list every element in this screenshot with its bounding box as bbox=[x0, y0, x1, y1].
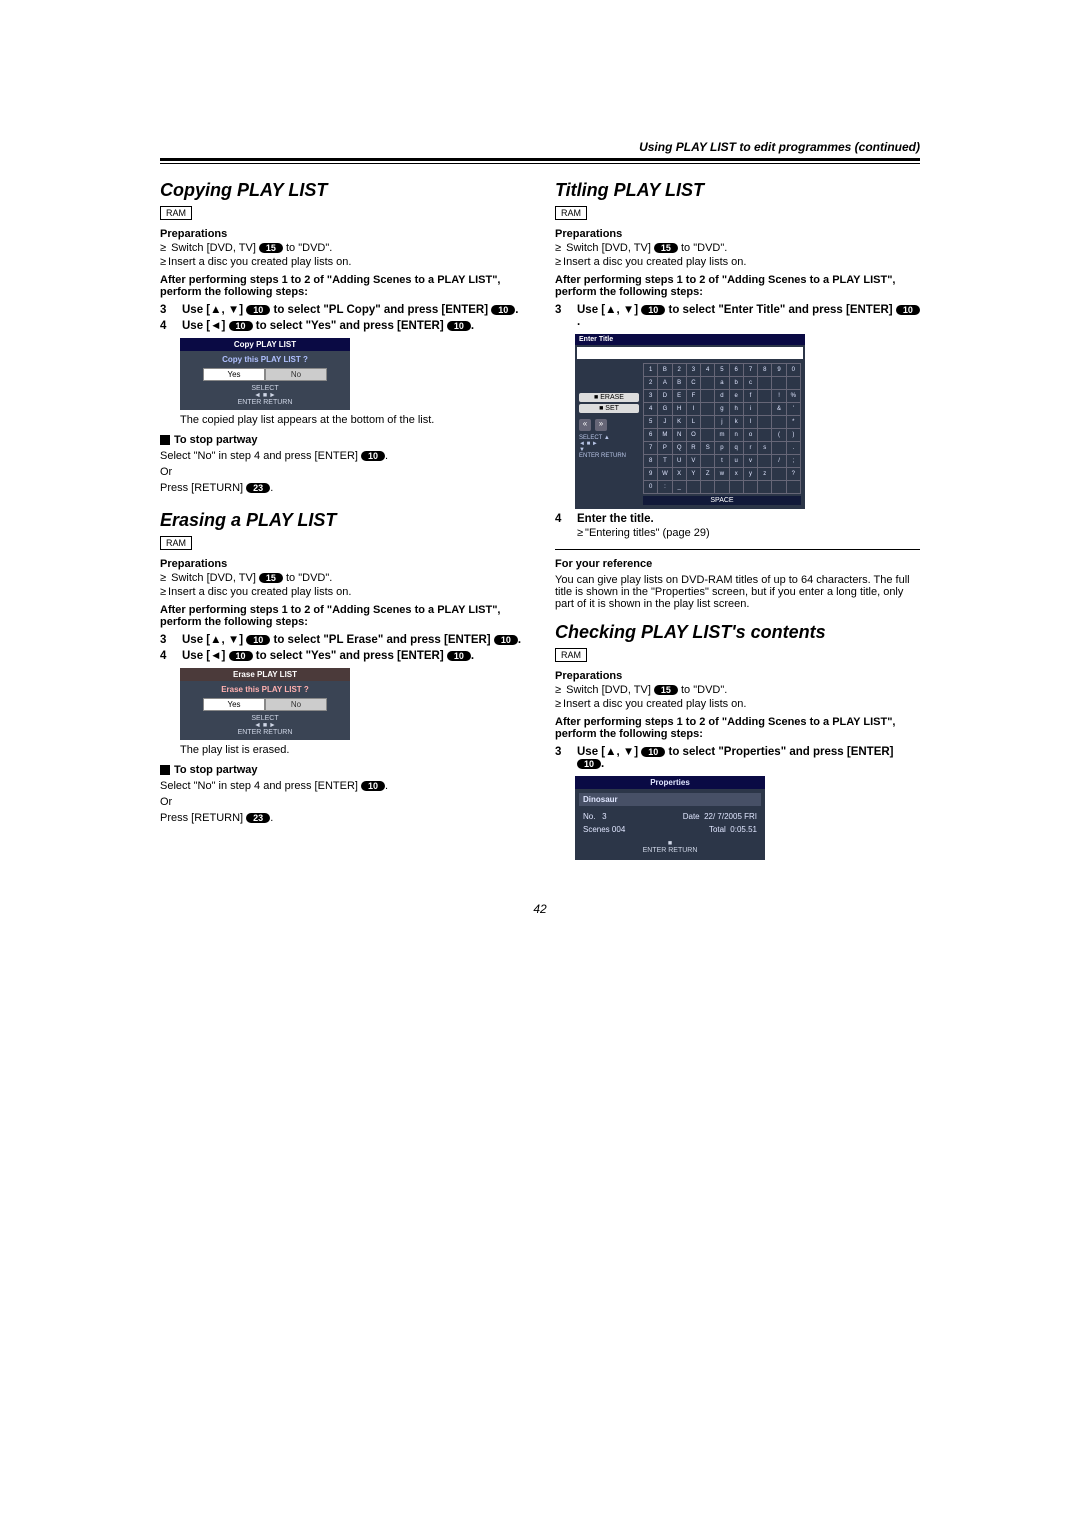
copy-dialog: Copy PLAY LIST Copy this PLAY LIST ? Yes… bbox=[180, 338, 350, 410]
titling-step-3: 3 Use [▲, ▼] 10 to select "Enter Title" … bbox=[555, 304, 920, 328]
erase-stop-heading: To stop partway bbox=[160, 764, 525, 776]
key-10: 10 bbox=[577, 759, 601, 769]
ram-badge-copying: RAM bbox=[160, 206, 192, 220]
key-10: 10 bbox=[447, 321, 471, 331]
properties-name: Dinosaur bbox=[579, 793, 761, 806]
prep-switch-erasing: Switch [DVD, TV] 15 to "DVD". bbox=[160, 572, 525, 584]
prep-switch-titling: Switch [DVD, TV] 15 to "DVD". bbox=[555, 242, 920, 254]
prep-insert-titling: Insert a disc you created play lists on. bbox=[555, 256, 920, 268]
erase-dialog-title: Erase PLAY LIST bbox=[180, 668, 350, 681]
copy-no-button[interactable]: No bbox=[265, 368, 327, 381]
key-10: 10 bbox=[229, 651, 253, 661]
key-10: 10 bbox=[494, 635, 518, 645]
header-rule-heavy bbox=[160, 158, 920, 161]
key-10: 10 bbox=[361, 451, 385, 461]
copy-stop-or: Or bbox=[160, 466, 525, 478]
copying-step-3: 3 Use [▲, ▼] 10 to select "PL Copy" and … bbox=[160, 304, 525, 316]
page-number: 42 bbox=[160, 902, 920, 916]
copying-step-4: 4 Use [◄] 10 to select "Yes" and press [… bbox=[160, 320, 525, 332]
page-right-icon[interactable]: » bbox=[595, 419, 607, 431]
key-23: 23 bbox=[246, 483, 270, 493]
ref-body: You can give play lists on DVD-RAM title… bbox=[555, 574, 920, 610]
erase-stop-line1: Select "No" in step 4 and press [ENTER] … bbox=[160, 780, 525, 792]
erase-result: The play list is erased. bbox=[180, 744, 525, 756]
erase-no-button[interactable]: No bbox=[265, 698, 327, 711]
ref-heading: For your reference bbox=[555, 558, 920, 570]
divider-titling bbox=[555, 549, 920, 550]
erasing-step-3: 3 Use [▲, ▼] 10 to select "PL Erase" and… bbox=[160, 634, 525, 646]
ram-badge-erasing: RAM bbox=[160, 536, 192, 550]
header-rule-thin bbox=[160, 163, 920, 164]
after-steps-erasing: After performing steps 1 to 2 of "Adding… bbox=[160, 604, 525, 628]
page-left-icon[interactable]: « bbox=[579, 419, 591, 431]
copy-dialog-question: Copy this PLAY LIST ? bbox=[184, 355, 346, 364]
erase-dialog-question: Erase this PLAY LIST ? bbox=[184, 685, 346, 694]
erase-dialog: Erase PLAY LIST Erase this PLAY LIST ? Y… bbox=[180, 668, 350, 740]
prep-switch-copying: Switch [DVD, TV] 15 to "DVD". bbox=[160, 242, 525, 254]
left-column: Copying PLAY LIST RAM Preparations Switc… bbox=[160, 174, 525, 862]
preparations-titling: Preparations bbox=[555, 228, 920, 240]
erasing-step-4: 4 Use [◄] 10 to select "Yes" and press [… bbox=[160, 650, 525, 662]
prep-switch-checking: Switch [DVD, TV] 15 to "DVD". bbox=[555, 684, 920, 696]
checking-step-3: 3 Use [▲, ▼] 10 to select "Properties" a… bbox=[555, 746, 920, 770]
enter-title-textfield[interactable] bbox=[577, 347, 803, 359]
prep-insert-erasing: Insert a disc you created play lists on. bbox=[160, 586, 525, 598]
copy-stop-line1: Select "No" in step 4 and press [ENTER] … bbox=[160, 450, 525, 462]
key-10: 10 bbox=[896, 305, 920, 315]
key-10: 10 bbox=[246, 305, 270, 315]
key-15: 15 bbox=[259, 573, 283, 583]
checking-title: Checking PLAY LIST's contents bbox=[555, 622, 920, 643]
key-10: 10 bbox=[641, 305, 665, 315]
key-10: 10 bbox=[246, 635, 270, 645]
properties-panel: Properties Dinosaur No. 3 Date 22/ 7/200… bbox=[575, 776, 765, 860]
after-steps-checking: After performing steps 1 to 2 of "Adding… bbox=[555, 716, 920, 740]
character-grid[interactable]: 1B2345678902ABCabc3DEFdef!%4GHIghi&'5JKL… bbox=[643, 363, 801, 494]
erase-dialog-foot: SELECT◄ ■ ►ENTER RETURN bbox=[184, 715, 346, 736]
key-10: 10 bbox=[641, 747, 665, 757]
right-column: Titling PLAY LIST RAM Preparations Switc… bbox=[555, 174, 920, 862]
enter-title-panel: Enter Title ■ ERASE ■ SET « » SELECT ▲◄ … bbox=[575, 334, 805, 509]
key-10: 10 bbox=[447, 651, 471, 661]
erase-stop-or: Or bbox=[160, 796, 525, 808]
copying-title: Copying PLAY LIST bbox=[160, 180, 525, 201]
copy-stop-line2: Press [RETURN] 23. bbox=[160, 482, 525, 494]
key-15: 15 bbox=[654, 243, 678, 253]
preparations-checking: Preparations bbox=[555, 670, 920, 682]
copy-result: The copied play list appears at the bott… bbox=[180, 414, 525, 426]
preparations-copying: Preparations bbox=[160, 228, 525, 240]
enter-title-erase[interactable]: ■ ERASE bbox=[579, 393, 639, 402]
key-15: 15 bbox=[654, 685, 678, 695]
key-15: 15 bbox=[259, 243, 283, 253]
after-steps-titling: After performing steps 1 to 2 of "Adding… bbox=[555, 274, 920, 298]
properties-foot: ■ENTER RETURN bbox=[575, 836, 765, 860]
properties-title: Properties bbox=[575, 776, 765, 789]
header-continued: Using PLAY LIST to edit programmes (cont… bbox=[160, 140, 920, 154]
select-pad: SELECT ▲◄ ■ ►▼ENTER RETURN bbox=[579, 435, 639, 459]
titling-title: Titling PLAY LIST bbox=[555, 180, 920, 201]
prep-insert-checking: Insert a disc you created play lists on. bbox=[555, 698, 920, 710]
copy-dialog-title: Copy PLAY LIST bbox=[180, 338, 350, 351]
enter-title-set[interactable]: ■ SET bbox=[579, 404, 639, 413]
erase-stop-line2: Press [RETURN] 23. bbox=[160, 812, 525, 824]
erase-yes-button[interactable]: Yes bbox=[203, 698, 265, 711]
enter-title-bar: Enter Title bbox=[575, 334, 805, 345]
titling-step-4: 4 Enter the title. "Entering titles" (pa… bbox=[555, 513, 920, 541]
key-10: 10 bbox=[361, 781, 385, 791]
preparations-erasing: Preparations bbox=[160, 558, 525, 570]
prep-insert-copying: Insert a disc you created play lists on. bbox=[160, 256, 525, 268]
space-bar[interactable]: SPACE bbox=[643, 496, 801, 505]
copy-stop-heading: To stop partway bbox=[160, 434, 525, 446]
key-10: 10 bbox=[229, 321, 253, 331]
copy-yes-button[interactable]: Yes bbox=[203, 368, 265, 381]
after-steps-copying: After performing steps 1 to 2 of "Adding… bbox=[160, 274, 525, 298]
titling-step4-note: "Entering titles" (page 29) bbox=[577, 527, 920, 539]
ram-badge-titling: RAM bbox=[555, 206, 587, 220]
erasing-title: Erasing a PLAY LIST bbox=[160, 510, 525, 531]
copy-dialog-foot: SELECT◄ ■ ►ENTER RETURN bbox=[184, 385, 346, 406]
ram-badge-checking: RAM bbox=[555, 648, 587, 662]
key-23: 23 bbox=[246, 813, 270, 823]
key-10: 10 bbox=[491, 305, 515, 315]
